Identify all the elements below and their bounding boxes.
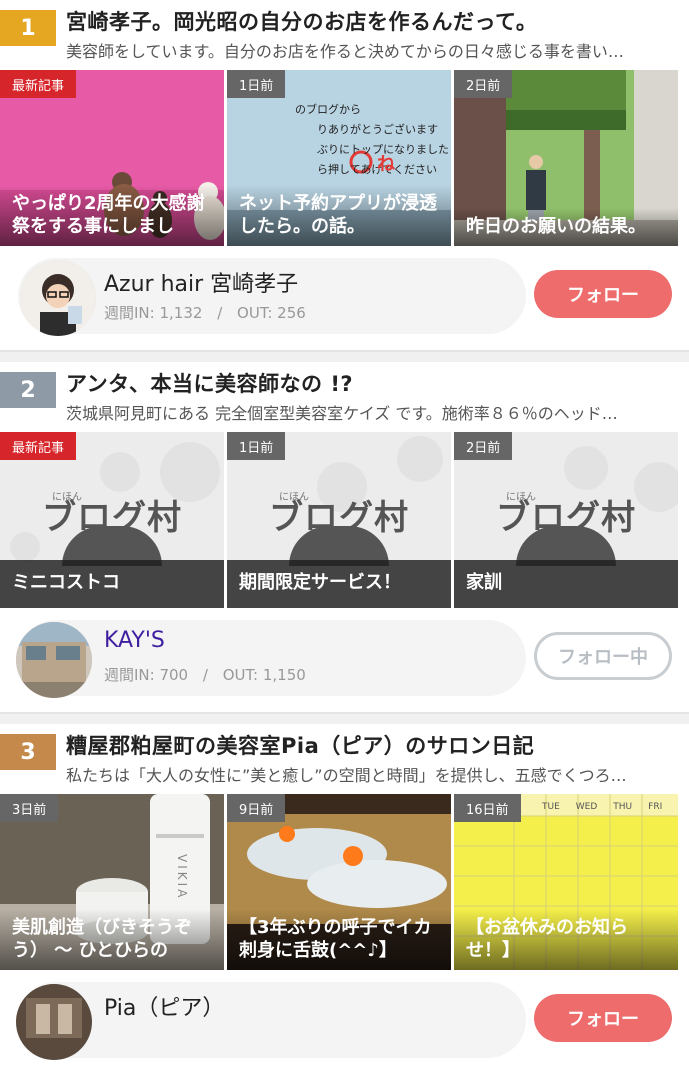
article-card[interactable]: にほん ブログ村 2日前 家訓 (454, 432, 678, 608)
blogmura-logo: ブログ村 (496, 498, 636, 538)
article-title: 期間限定サービス！ (227, 559, 451, 608)
blog-title[interactable]: 宮崎孝子。岡光昭の自分のお店を作るんだって。 (66, 6, 679, 36)
blog-follow-row: KAY'S 週間IN: 700 / OUT: 1,150 フォロー中 (0, 608, 689, 712)
avatar[interactable] (16, 622, 92, 698)
weekday-label: WED (575, 802, 598, 812)
weekly-in-count: 週間IN: 1,132 (104, 304, 203, 322)
article-age-tag: 2日前 (454, 432, 513, 460)
image-text-line: ぶりにトップになりました (317, 143, 449, 156)
image-handwritten-mark: ね (377, 154, 395, 175)
article-card[interactable]: 最新記事 やっぱり2周年の大感謝祭をする事にしまし (0, 70, 224, 246)
article-card[interactable]: 2日前 昨日のお願いの結果。 (454, 70, 678, 246)
avatar[interactable] (16, 984, 92, 1060)
rank-number: 1 (20, 15, 36, 41)
article-card[interactable]: にほん ブログ村 最新記事 ミニコストコ (0, 432, 224, 608)
ranking-header[interactable]: 3 糟屋郡粕屋町の美容室Pia（ピア）のサロン日記 私たちは「大人の女性に”美と… (0, 724, 689, 794)
article-card[interactable]: 9日前 【3年ぶりの呼子でイカ刺身に舌鼓(^^♪】 (227, 794, 451, 970)
article-age-tag: 最新記事 (0, 432, 77, 460)
ranking-item-2: 2 アンタ、本当に美容師なの !? 茨城県阿見町にある 完全個室型美容室ケイズ … (0, 362, 689, 712)
article-title: やっぱり2周年の大感謝祭をする事にしまし (0, 185, 224, 246)
article-title: ミニコストコ (0, 559, 224, 608)
article-thumbnails: にほん ブログ村 最新記事 ミニコストコ にほん ブログ村 1日前 期間限定サー… (0, 432, 689, 608)
article-age-tag: 最新記事 (0, 70, 77, 98)
article-card[interactable]: TUE WED THU FRI SA 16日前 【お盆休みのお知らせ！】 (454, 794, 678, 970)
weekly-out-count: OUT: 1,150 (222, 666, 306, 684)
blog-description: 私たちは「大人の女性に”美と癒し”の空間と時間」を提供し、五感でくつろ… (66, 766, 627, 785)
divider (0, 712, 689, 714)
divider (0, 350, 689, 352)
weekday-label: THU (613, 802, 633, 812)
article-title: 【お盆休みのお知らせ！】 (454, 909, 678, 970)
image-text-line: りありがとうございます (317, 123, 438, 136)
follow-button[interactable]: フォロー (534, 270, 672, 318)
article-age-tag: 16日前 (454, 794, 521, 822)
blog-stats: 週間IN: 700 / OUT: 1,150 (104, 664, 306, 685)
ranking-header[interactable]: 2 アンタ、本当に美容師なの !? 茨城県阿見町にある 完全個室型美容室ケイズ … (0, 362, 689, 432)
weekly-out-count: OUT: 256 (237, 304, 306, 322)
blog-description: 茨城県阿見町にある 完全個室型美容室ケイズ です。施術率８６％のヘッド… (66, 404, 618, 423)
blog-name[interactable]: Pia（ピア） (104, 990, 224, 1022)
stats-separator: / (202, 666, 208, 684)
blog-title[interactable]: アンタ、本当に美容師なの !? (66, 368, 679, 398)
article-title: ネット予約アプリが浸透したら。の話。 (227, 185, 451, 246)
article-card[interactable]: VIKIA 3日前 美肌創造（びきそうぞう） 〜 ひとひらの (0, 794, 224, 970)
blog-follow-row: Pia（ピア） フォロー (0, 970, 689, 1074)
avatar-image (20, 260, 96, 336)
rank-badge: 2 (0, 372, 70, 408)
avatar-image (16, 622, 92, 698)
image-text-line: ら押してあげてください (317, 163, 438, 176)
blog-name[interactable]: Azur hair 宮崎孝子 (104, 266, 298, 298)
ranking-item-1: 1 宮崎孝子。岡光昭の自分のお店を作るんだって。 美容師をしています。自分のお店… (0, 0, 689, 350)
article-card[interactable]: のブログから りありがとうございます ぶりにトップになりました ら押してあげてく… (227, 70, 451, 246)
article-age-tag: 3日前 (0, 794, 59, 822)
following-button[interactable]: フォロー中 (534, 632, 672, 680)
stats-separator: / (217, 304, 223, 322)
blog-description: 美容師をしています。自分のお店を作ると決めてからの日々感じる事を書い… (66, 42, 624, 61)
article-title: 昨日のお願いの結果。 (454, 207, 678, 246)
blog-title[interactable]: 糟屋郡粕屋町の美容室Pia（ピア）のサロン日記 (66, 730, 679, 760)
follow-button[interactable]: フォロー (534, 994, 672, 1042)
image-text-line: のブログから (295, 103, 361, 116)
rank-badge: 3 (0, 734, 70, 770)
calendar-weekdays: TUE WED THU FRI SA (542, 802, 678, 812)
article-age-tag: 2日前 (454, 70, 513, 98)
article-age-tag: 9日前 (227, 794, 286, 822)
blog-name[interactable]: KAY'S (104, 628, 165, 653)
article-age-tag: 1日前 (227, 70, 286, 98)
rank-number: 2 (20, 377, 36, 403)
article-age-tag: 1日前 (227, 432, 286, 460)
product-label: VIKIA (175, 854, 189, 901)
article-title: 【3年ぶりの呼子でイカ刺身に舌鼓(^^♪】 (227, 909, 451, 970)
weekly-in-count: 週間IN: 700 (104, 666, 189, 684)
avatar-image (16, 984, 92, 1060)
ranking-item-3: 3 糟屋郡粕屋町の美容室Pia（ピア）のサロン日記 私たちは「大人の女性に”美と… (0, 724, 689, 1074)
weekday-label: FRI (648, 802, 663, 812)
rank-number: 3 (20, 739, 36, 765)
article-card[interactable]: にほん ブログ村 1日前 期間限定サービス！ (227, 432, 451, 608)
blog-info-card[interactable] (18, 982, 526, 1058)
article-thumbnails: VIKIA 3日前 美肌創造（びきそうぞう） 〜 ひとひらの 9日前 【3年ぶり… (0, 794, 689, 970)
blog-stats: 週間IN: 1,132 / OUT: 256 (104, 302, 306, 323)
blog-follow-row: Azur hair 宮崎孝子 週間IN: 1,132 / OUT: 256 フォ… (0, 246, 689, 350)
article-title: 家訓 (454, 559, 678, 608)
blogmura-logo: ブログ村 (42, 498, 182, 538)
avatar[interactable] (20, 260, 96, 336)
article-thumbnails: 最新記事 やっぱり2周年の大感謝祭をする事にしまし のブログから りありがとうご… (0, 70, 689, 246)
article-title: 美肌創造（びきそうぞう） 〜 ひとひらの (0, 909, 224, 970)
weekday-label: TUE (542, 802, 560, 812)
blogmura-logo: ブログ村 (269, 498, 409, 538)
rank-badge: 1 (0, 10, 70, 46)
ranking-header[interactable]: 1 宮崎孝子。岡光昭の自分のお店を作るんだって。 美容師をしています。自分のお店… (0, 0, 689, 70)
